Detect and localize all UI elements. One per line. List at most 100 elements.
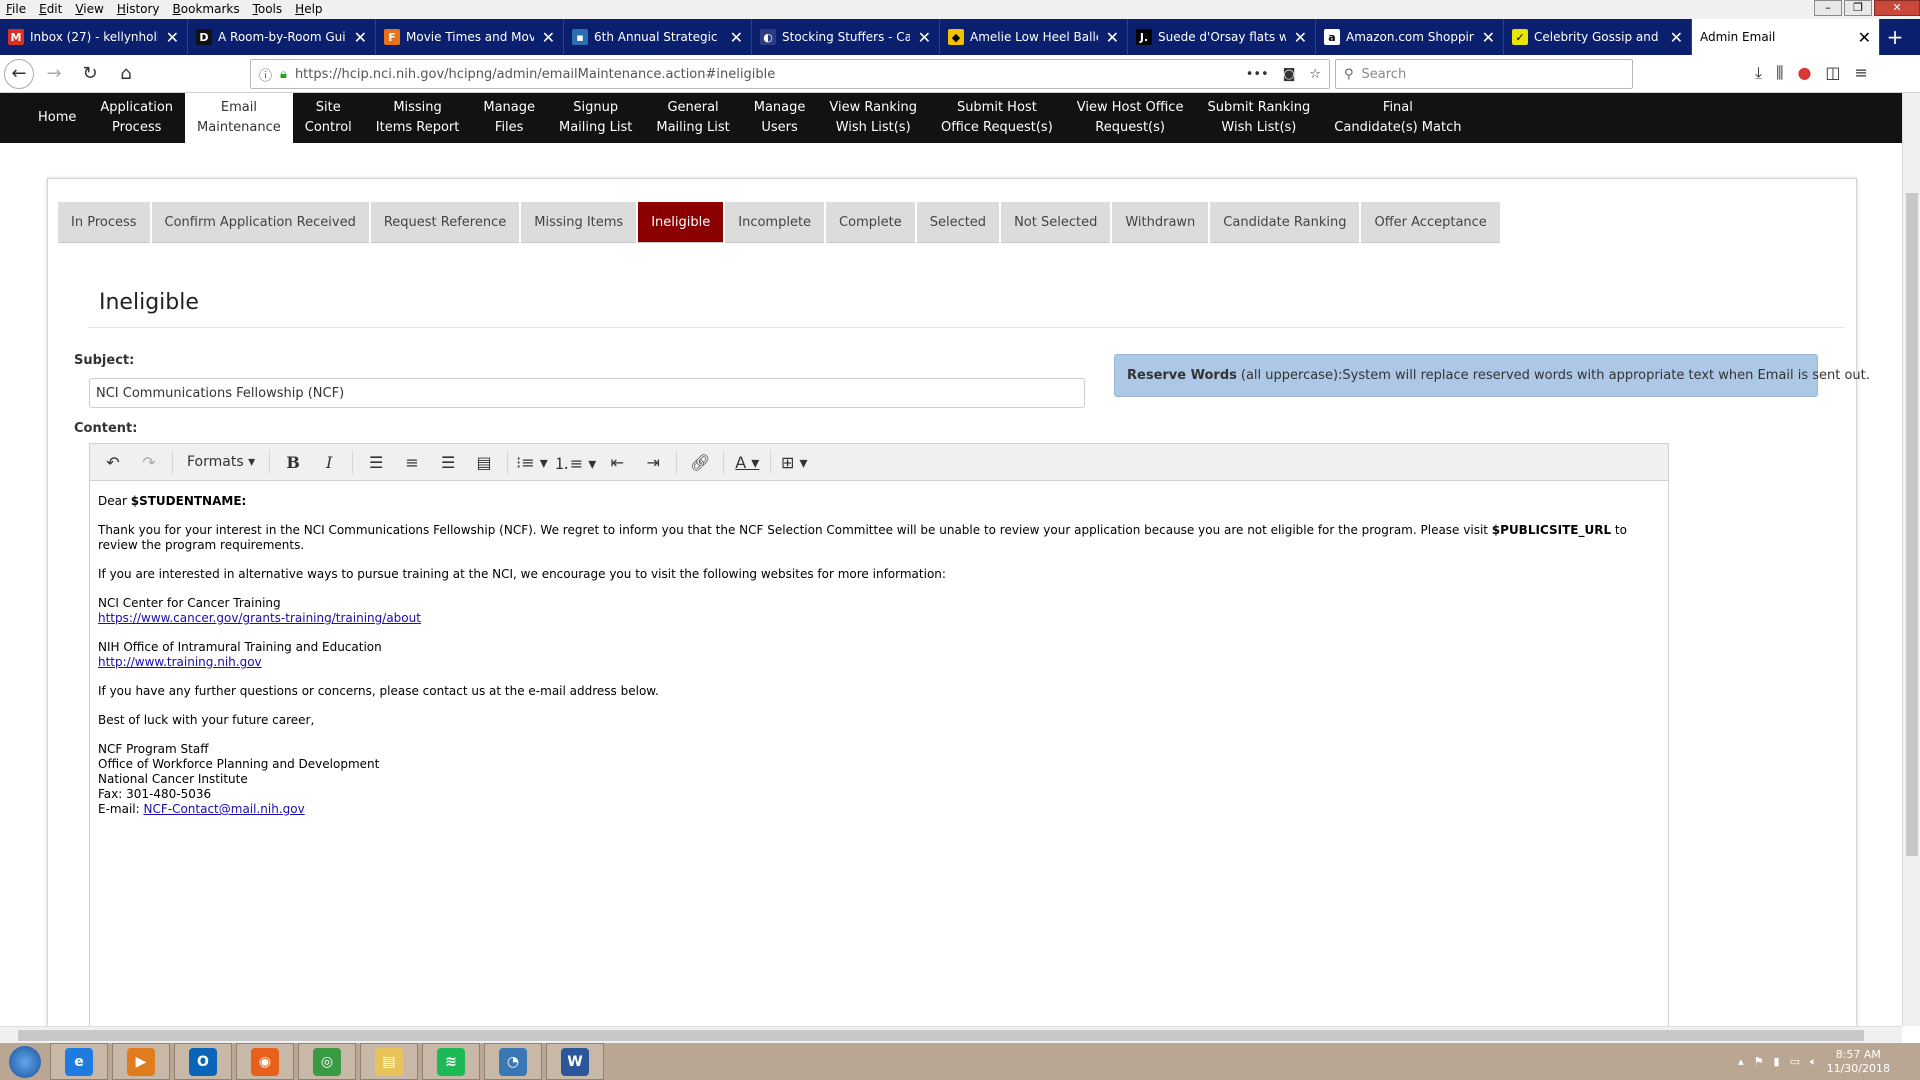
- network-icon[interactable]: ▮: [1774, 1055, 1780, 1068]
- browser-tab[interactable]: ✓ Celebrity Gossip and Ent ✕: [1504, 19, 1692, 55]
- contact-email-link[interactable]: NCF-Contact@mail.nih.gov: [143, 802, 304, 816]
- close-tab-icon[interactable]: ✕: [1670, 28, 1683, 47]
- table-button[interactable]: ⊞ ▾: [779, 447, 809, 477]
- menu-item-edit[interactable]: Edit: [33, 0, 69, 19]
- cancer-training-link[interactable]: https://www.cancer.gov/grants-training/t…: [98, 611, 421, 625]
- tab-not-selected[interactable]: Not Selected: [1001, 202, 1111, 243]
- taskbar-spotify[interactable]: ≋: [422, 1043, 480, 1080]
- tab-withdrawn[interactable]: Withdrawn: [1112, 202, 1209, 243]
- nav-final-candidate-s-match[interactable]: Final Candidate(s) Match: [1322, 93, 1473, 143]
- nav-general-mailing-list[interactable]: General Mailing List: [644, 93, 741, 143]
- nav-site-control[interactable]: Site Control: [293, 93, 364, 143]
- pocket-icon[interactable]: ◙: [1283, 67, 1296, 82]
- new-tab-button[interactable]: +: [1880, 19, 1910, 55]
- menu-item-view[interactable]: View: [69, 0, 110, 19]
- pocket-save-icon[interactable]: ●: [1797, 63, 1811, 83]
- text-color-button[interactable]: A ▾: [732, 447, 762, 477]
- nav-manage-files[interactable]: Manage Files: [471, 93, 547, 143]
- nav-missing-items-report[interactable]: Missing Items Report: [364, 93, 472, 143]
- link-button[interactable]: 🔗︎: [685, 447, 715, 477]
- browser-tab[interactable]: J. Suede d'Orsay flats with ✕: [1128, 19, 1316, 55]
- forward-button[interactable]: →: [38, 58, 70, 90]
- close-tab-icon[interactable]: ✕: [1106, 28, 1119, 47]
- tab-offer-acceptance[interactable]: Offer Acceptance: [1361, 202, 1500, 243]
- start-button[interactable]: [0, 1043, 50, 1080]
- bullet-list-button[interactable]: ⁝≡ ▾: [516, 447, 548, 477]
- formats-dropdown[interactable]: Formats ▾: [181, 447, 261, 477]
- close-tab-icon[interactable]: ✕: [1858, 28, 1871, 47]
- browser-tab[interactable]: ◆ Amelie Low Heel Ballerina ✕: [940, 19, 1128, 55]
- tab-candidate-ranking[interactable]: Candidate Ranking: [1210, 202, 1360, 243]
- taskbar-outlook[interactable]: O: [174, 1043, 232, 1080]
- url-bar[interactable]: ⓘ 🔒︎ https://hcip.nci.nih.gov/hcipng/adm…: [250, 59, 1330, 89]
- info-icon[interactable]: ⓘ: [259, 65, 272, 84]
- redo-button[interactable]: ↷: [134, 447, 164, 477]
- browser-tab[interactable]: ▪ 6th Annual Strategic Int ✕: [564, 19, 752, 55]
- volume-icon[interactable]: 🔈︎: [1810, 1055, 1817, 1069]
- nav-submit-ranking-wish-list-s[interactable]: Submit Ranking Wish List(s): [1195, 93, 1322, 143]
- nih-training-link[interactable]: http://www.training.nih.gov: [98, 655, 262, 669]
- flag-icon[interactable]: ⚑: [1754, 1055, 1764, 1068]
- editor-content[interactable]: Dear $STUDENTNAME: Thank you for your in…: [90, 481, 1668, 844]
- browser-tab[interactable]: Admin Email ✕: [1692, 19, 1880, 55]
- indent-button[interactable]: ⇥: [638, 447, 668, 477]
- search-input[interactable]: Search: [1362, 67, 1407, 82]
- clock[interactable]: 8:57 AM 11/30/2018: [1827, 1048, 1890, 1076]
- home-button[interactable]: ⌂: [110, 58, 142, 90]
- numbered-list-button[interactable]: ⒈≡ ▾: [554, 447, 597, 477]
- library-icon[interactable]: ⫼: [1776, 63, 1783, 83]
- align-left-button[interactable]: ☰: [361, 447, 391, 477]
- horizontal-scrollbar[interactable]: [0, 1026, 1902, 1043]
- scrollbar-thumb[interactable]: [18, 1030, 1864, 1041]
- tray-arrow-icon[interactable]: ▴: [1738, 1055, 1744, 1068]
- scrollbar-thumb[interactable]: [1906, 193, 1918, 856]
- browser-tab[interactable]: M Inbox (27) - kellynholliday ✕: [0, 19, 188, 55]
- taskbar-media[interactable]: ▶: [112, 1043, 170, 1080]
- download-icon[interactable]: ⤓: [1755, 63, 1762, 83]
- nav-manage-users[interactable]: Manage Users: [742, 93, 818, 143]
- menu-item-bookmarks[interactable]: Bookmarks: [167, 0, 247, 19]
- battery-icon[interactable]: ▭: [1790, 1055, 1800, 1068]
- vertical-scrollbar[interactable]: [1902, 93, 1920, 1026]
- close-tab-icon[interactable]: ✕: [1294, 28, 1307, 47]
- undo-button[interactable]: ↶: [98, 447, 128, 477]
- taskbar-word[interactable]: W: [546, 1043, 604, 1080]
- tab-incomplete[interactable]: Incomplete: [725, 202, 825, 243]
- restore-button[interactable]: ❐: [1844, 0, 1872, 16]
- nav-submit-host-office-request-s[interactable]: Submit Host Office Request(s): [929, 93, 1065, 143]
- menu-item-tools[interactable]: Tools: [247, 0, 290, 19]
- tab-request-reference[interactable]: Request Reference: [370, 202, 520, 243]
- close-tab-icon[interactable]: ✕: [354, 28, 367, 47]
- italic-button[interactable]: I: [314, 447, 344, 477]
- outdent-button[interactable]: ⇤: [602, 447, 632, 477]
- close-tab-icon[interactable]: ✕: [730, 28, 743, 47]
- close-window-button[interactable]: ✕: [1874, 0, 1920, 16]
- align-right-button[interactable]: ☰: [433, 447, 463, 477]
- menu-item-help[interactable]: Help: [289, 0, 329, 19]
- close-tab-icon[interactable]: ✕: [1482, 28, 1495, 47]
- nav-view-host-office-request-s[interactable]: View Host Office Request(s): [1065, 93, 1196, 143]
- tab-confirm-application-received[interactable]: Confirm Application Received: [151, 202, 369, 243]
- taskbar-app[interactable]: ◔: [484, 1043, 542, 1080]
- back-button[interactable]: ←: [4, 58, 34, 89]
- close-tab-icon[interactable]: ✕: [542, 28, 555, 47]
- close-tab-icon[interactable]: ✕: [166, 28, 179, 47]
- minimize-button[interactable]: –: [1814, 0, 1842, 16]
- browser-tab[interactable]: D A Room-by-Room Guide ✕: [188, 19, 376, 55]
- url-text[interactable]: https://hcip.nci.nih.gov/hcipng/admin/em…: [295, 67, 775, 82]
- bookmark-star-icon[interactable]: ☆: [1309, 67, 1321, 82]
- tab-missing-items[interactable]: Missing Items: [521, 202, 637, 243]
- taskbar-explorer[interactable]: ▤: [360, 1043, 418, 1080]
- close-tab-icon[interactable]: ✕: [918, 28, 931, 47]
- nav-home[interactable]: Home: [26, 93, 88, 143]
- taskbar-firefox[interactable]: ◉: [236, 1043, 294, 1080]
- tab-ineligible[interactable]: Ineligible: [638, 202, 724, 243]
- nav-signup-mailing-list[interactable]: Signup Mailing List: [547, 93, 644, 143]
- menu-icon[interactable]: ≡: [1855, 63, 1868, 83]
- subject-input[interactable]: [89, 378, 1085, 408]
- search-bar[interactable]: ⚲ Search: [1335, 59, 1633, 89]
- tab-in-process[interactable]: In Process: [58, 202, 150, 243]
- reload-button[interactable]: ↻: [74, 58, 106, 90]
- align-justify-button[interactable]: ▤: [469, 447, 499, 477]
- bold-button[interactable]: B: [278, 447, 308, 477]
